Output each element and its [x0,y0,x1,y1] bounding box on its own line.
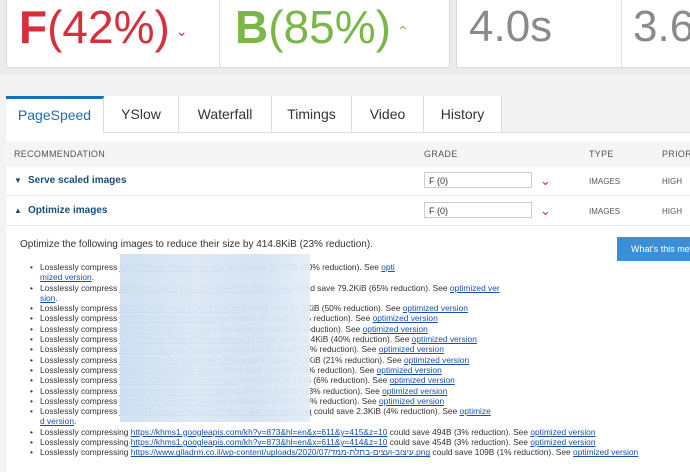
optimized-version-link[interactable]: optimized version [379,344,444,354]
yslow-grade: B(85%) ⌃ [235,1,409,53]
grade-box: F (0) [424,172,532,188]
type-label: IMAGES [589,207,621,216]
item-savings-text: . [55,292,58,303]
recommendation-title[interactable]: Serve scaled images [28,175,126,186]
tab-history[interactable]: History [424,96,502,132]
redacted-region [120,254,310,422]
item-prefix: Losslessly compress [40,375,118,386]
col-priority: PRIOR [662,149,690,159]
item-prefix: Losslessly compressing [40,437,129,448]
tab-yslow[interactable]: YSlow [104,96,179,132]
load-time-value: 4.0s [469,2,553,51]
report-tabs: PageSpeed YSlow Waterfall Timings Video … [6,96,690,133]
col-type: TYPE [589,149,614,159]
item-prefix: Losslessly compress [40,406,118,417]
image-link[interactable]: mized version [40,272,92,282]
optimized-version-link[interactable]: optimized version [377,365,442,375]
optimized-version-link[interactable]: optimized version [530,427,595,437]
item-savings-text: could save 494B (3% reduction). See [387,426,531,437]
optimized-version-link[interactable]: optimized version [382,386,447,396]
chevron-down-icon: ⌄ [540,203,551,218]
recommendation-row-optimize-images[interactable]: ▲ Optimize images F (0) ⌄ IMAGES HIGH [6,197,690,226]
recommendations-table-header: RECOMMENDATION GRADE TYPE PRIOR [6,141,690,167]
item-prefix: Losslessly compressing [40,426,129,437]
list-item: Losslessly compressing https://khms1.goo… [30,427,690,437]
tab-video[interactable]: Video [352,96,424,132]
list-item: Losslessly compressing https://khms1.goo… [30,437,690,447]
divider [219,0,220,67]
list-item: Losslessly compressing https://www.gilad… [30,447,690,457]
item-prefix: Losslessly compress [40,262,118,272]
image-link[interactable]: https://www.giladrm.co.il/wp-content/upl… [131,447,430,457]
optimized-version-link[interactable]: optimize [460,406,491,416]
metrics-card: 4.0s 3.6 [456,0,690,68]
grades-card: F(42%) ⌄ B(85%) ⌃ [6,0,450,68]
image-link[interactable]: https://khms1.googleapis.com/kh?v=873&hl… [131,427,388,437]
divider [621,0,622,67]
item-prefix: Losslessly compress [40,385,118,396]
collapse-caret-icon[interactable]: ▲ [14,206,22,215]
item-prefix: Losslessly compress [40,303,118,314]
item-prefix: Losslessly compress [40,323,118,334]
pagespeed-grade: F(42%) ⌄ [19,1,188,53]
optimized-version-link[interactable]: optimized version [363,324,428,334]
report-summary-bar: F(42%) ⌄ B(85%) ⌃ 4.0s 3.6 [0,0,690,74]
col-recommendation: RECOMMENDATION [14,149,106,159]
item-prefix: Losslessly compress [40,364,118,375]
optimized-version-link[interactable]: optimized version [412,334,477,344]
col-grade: GRADE [424,149,458,159]
priority-label: HIGH [662,177,682,186]
optimized-version-link[interactable]: optimized version [404,355,469,365]
chevron-down-icon: ⌄ [540,173,551,188]
tab-waterfall[interactable]: Waterfall [179,96,272,132]
item-savings-text: could save 2.3KiB (4% reduction). See [311,406,460,417]
image-link[interactable]: d version [40,416,74,426]
optimized-version-link[interactable]: optimized version [573,447,638,457]
item-prefix: Losslessly compress [40,334,118,345]
image-link[interactable]: sion [40,293,55,303]
type-label: IMAGES [589,177,621,186]
chevron-up-icon: ⌃ [396,22,409,39]
optimized-version-link[interactable]: optimized ver [450,283,500,293]
optimized-version-link[interactable]: optimized version [530,437,595,447]
expand-caret-icon[interactable]: ▼ [14,176,22,185]
chevron-down-icon: ⌄ [175,22,188,39]
recommendation-title[interactable]: Optimize images [28,205,107,216]
item-savings-text: could save 79.2KiB (65% reduction). See [292,282,450,293]
recommendation-row-serve-scaled-images[interactable]: ▼ Serve scaled images F (0) ⌄ IMAGES HIG… [6,167,690,196]
item-savings-text: could save 109B (1% reduction). See [430,447,574,458]
optimized-version-link[interactable]: optimized version [379,396,444,406]
page-size-value: 3.6 [633,2,690,51]
item-prefix: Losslessly compress [40,344,118,355]
item-prefix: Losslessly compress [40,313,118,324]
optimize-images-description: Optimize the following images to reduce … [20,239,373,250]
image-link[interactable]: https://khms1.googleapis.com/kh?v=873&hl… [131,437,388,447]
optimized-version-link[interactable]: opti [381,262,395,272]
item-prefix: Losslessly compress [40,395,118,406]
whats-this-button[interactable]: What's this mea [617,237,690,261]
report-panel: PageSpeed YSlow Waterfall Timings Video … [6,96,690,472]
item-prefix: Losslessly compress [40,282,118,293]
item-savings-text: could save 454B (3% reduction). See [387,437,531,448]
grade-box: F (0) [424,202,532,218]
optimized-version-link[interactable]: optimized version [373,313,438,323]
tab-pagespeed[interactable]: PageSpeed [6,96,104,133]
item-prefix: Losslessly compressing [40,447,129,458]
item-prefix: Losslessly compress [40,354,118,365]
item-savings-text: . [73,416,77,427]
optimized-version-link[interactable]: optimized version [390,375,455,385]
priority-label: HIGH [662,207,682,216]
tab-timings[interactable]: Timings [272,96,352,132]
item-savings-text: . [91,272,94,283]
optimized-version-link[interactable]: optimized version [403,303,468,313]
